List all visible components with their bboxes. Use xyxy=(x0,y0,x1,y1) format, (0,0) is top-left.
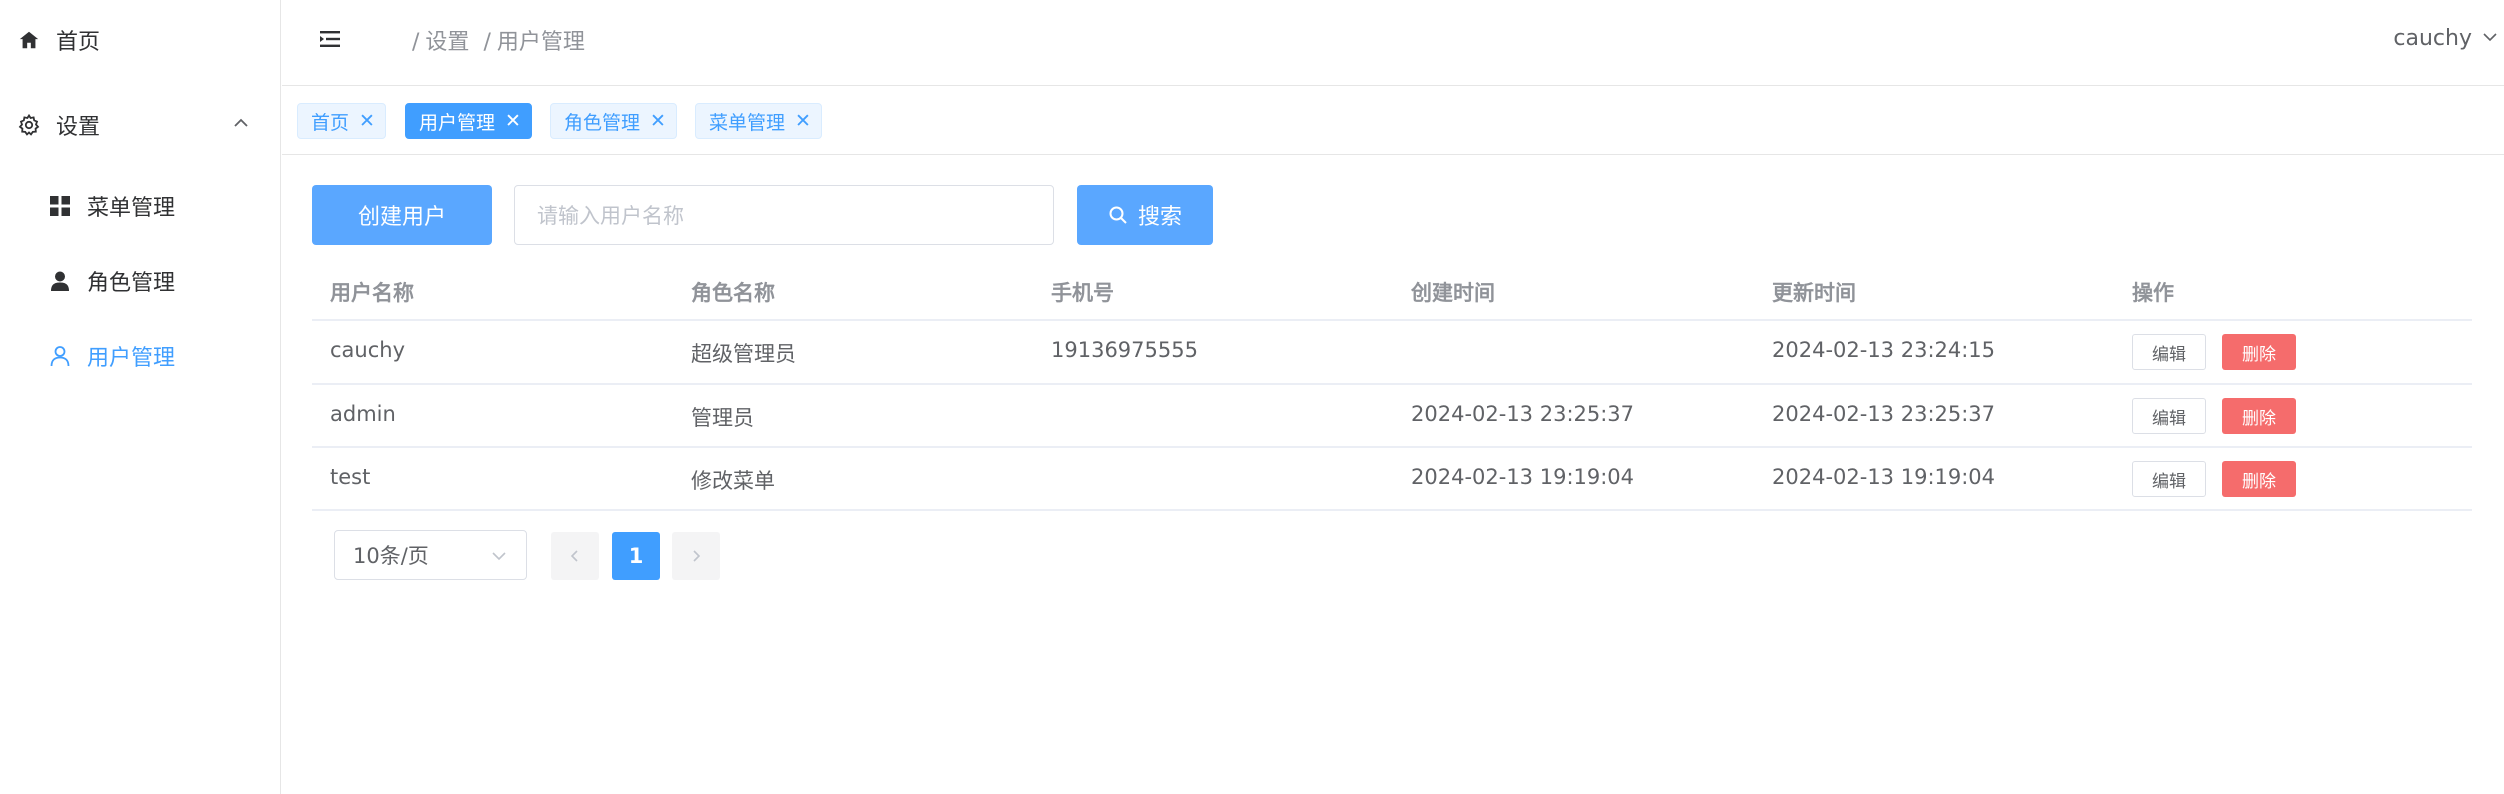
chevron-down-icon xyxy=(490,546,508,570)
search-placeholder: 请输入用户名称 xyxy=(537,204,684,228)
search-button[interactable]: 搜索 xyxy=(1077,185,1213,245)
sidebar-item-label: 首页 xyxy=(56,30,101,55)
cell-username: admin xyxy=(330,402,396,426)
column-header: 更新时间 xyxy=(1772,281,1856,305)
cell-phone: 19136975555 xyxy=(1051,338,1198,362)
header: / 设置 / 用户管理 cauchy xyxy=(282,0,2504,86)
cell-username: cauchy xyxy=(330,338,406,362)
breadcrumb-item[interactable]: / 设置 xyxy=(412,24,469,56)
search-input[interactable]: 请输入用户名称 xyxy=(514,185,1054,245)
edit-button[interactable]: 编辑 xyxy=(2132,398,2206,434)
tag-label: 用户管理 xyxy=(419,111,496,134)
chevron-down-icon xyxy=(2482,26,2498,51)
sidebar-item-label: 用户管理 xyxy=(87,346,176,371)
table-row: cauchy 超级管理员 19136975555 2024-02-13 23:2… xyxy=(312,321,2472,384)
sidebar: 首页 设置 菜单管理 角色管理 用户管理 xyxy=(0,0,281,794)
breadcrumb: / 设置 / 用户管理 xyxy=(412,24,585,56)
delete-button[interactable]: 删除 xyxy=(2222,398,2296,434)
table-header: 用户名称 角色名称 手机号 创建时间 更新时间 操作 xyxy=(312,260,2472,320)
tag-label: 角色管理 xyxy=(564,111,641,134)
delete-button[interactable]: 删除 xyxy=(2222,334,2296,370)
menu-fold-icon[interactable] xyxy=(318,27,342,51)
delete-button[interactable]: 删除 xyxy=(2222,461,2296,497)
grid-icon xyxy=(47,193,73,219)
tag-role-management[interactable]: 角色管理 ✕ xyxy=(550,103,677,139)
divider xyxy=(312,509,2472,511)
prev-page-button[interactable] xyxy=(551,532,599,580)
edit-button[interactable]: 编辑 xyxy=(2132,461,2206,497)
column-header: 创建时间 xyxy=(1411,281,1495,305)
home-icon xyxy=(16,27,42,53)
next-page-button[interactable] xyxy=(672,532,720,580)
close-icon[interactable]: ✕ xyxy=(795,111,811,131)
sidebar-item-label: 设置 xyxy=(56,115,101,140)
table-row: test 修改菜单 2024-02-13 19:19:04 2024-02-13… xyxy=(312,447,2472,510)
cell-updated: 2024-02-13 23:25:37 xyxy=(1772,402,1996,426)
column-header: 手机号 xyxy=(1051,281,1114,305)
create-user-button[interactable]: 创建用户 xyxy=(312,185,492,245)
sidebar-item-label: 菜单管理 xyxy=(87,196,176,221)
column-header: 操作 xyxy=(2132,281,2174,305)
sidebar-item-label: 角色管理 xyxy=(87,271,176,296)
sidebar-item-home[interactable]: 首页 xyxy=(16,24,100,56)
user-dropdown[interactable]: cauchy xyxy=(2393,26,2498,51)
chevron-left-icon xyxy=(568,544,582,568)
chevron-up-icon[interactable] xyxy=(232,114,250,132)
page-size-select[interactable]: 10条/页 xyxy=(334,530,527,580)
tag-home[interactable]: 首页 ✕ xyxy=(297,103,386,139)
sidebar-item-menu-management[interactable]: 菜单管理 xyxy=(47,190,175,222)
tag-user-management[interactable]: 用户管理 ✕ xyxy=(405,103,532,139)
cell-updated: 2024-02-13 23:24:15 xyxy=(1772,338,1996,362)
gear-icon xyxy=(16,112,42,138)
username: cauchy xyxy=(2393,26,2472,51)
cell-created: 2024-02-13 19:19:04 xyxy=(1411,465,1635,489)
tag-label: 菜单管理 xyxy=(709,111,786,134)
user-solid-icon xyxy=(47,268,73,294)
edit-button[interactable]: 编辑 xyxy=(2132,334,2206,370)
search-icon xyxy=(1108,205,1128,225)
close-icon[interactable]: ✕ xyxy=(505,111,521,131)
tags-view: 首页 ✕ 用户管理 ✕ 角色管理 ✕ 菜单管理 ✕ xyxy=(282,87,2504,155)
close-icon[interactable]: ✕ xyxy=(650,111,666,131)
tag-label: 首页 xyxy=(311,111,350,134)
table-row: admin 管理员 2024-02-13 23:25:37 2024-02-13… xyxy=(312,384,2472,447)
sidebar-item-role-management[interactable]: 角色管理 xyxy=(47,265,175,297)
cell-username: test xyxy=(330,465,371,489)
cell-role: 修改菜单 xyxy=(691,469,775,493)
sidebar-item-user-management[interactable]: 用户管理 xyxy=(47,340,175,372)
page-number-button[interactable]: 1 xyxy=(612,532,660,580)
tag-menu-management[interactable]: 菜单管理 ✕ xyxy=(695,103,822,139)
sidebar-item-settings[interactable]: 设置 xyxy=(16,109,100,141)
user-outline-icon xyxy=(47,343,73,369)
cell-role: 管理员 xyxy=(691,406,754,430)
chevron-right-icon xyxy=(689,544,703,568)
column-header: 用户名称 xyxy=(330,281,414,305)
cell-role: 超级管理员 xyxy=(691,342,796,366)
column-header: 角色名称 xyxy=(691,281,775,305)
close-icon[interactable]: ✕ xyxy=(359,111,375,131)
cell-updated: 2024-02-13 19:19:04 xyxy=(1772,465,1996,489)
breadcrumb-item: / 用户管理 xyxy=(483,30,585,55)
cell-created: 2024-02-13 23:25:37 xyxy=(1411,402,1635,426)
